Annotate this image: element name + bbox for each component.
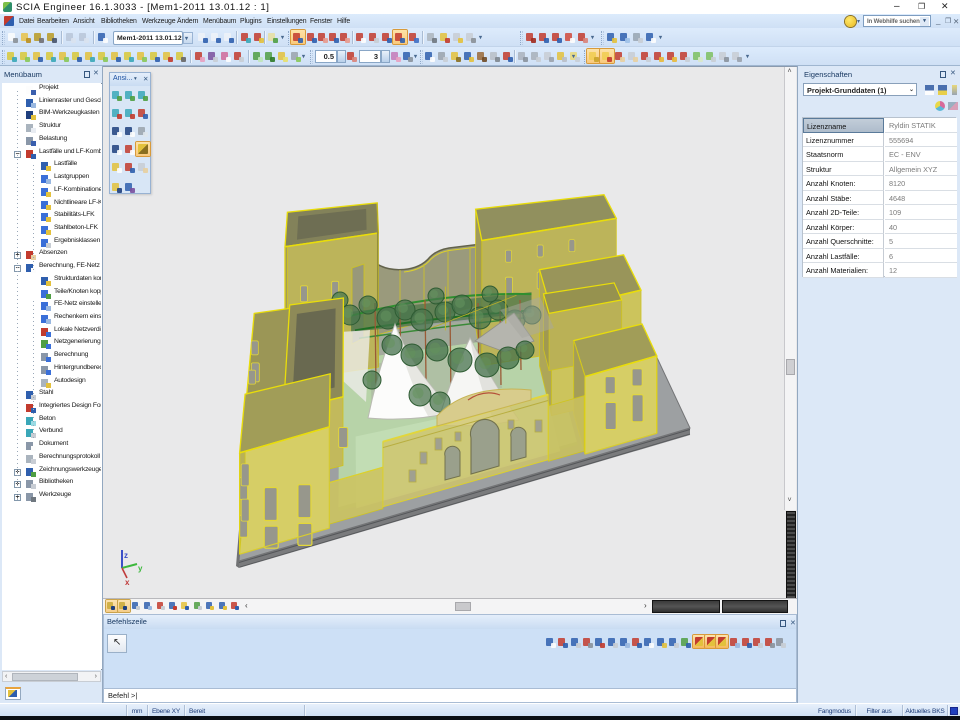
svg-text:z: z [124, 551, 128, 560]
svg-text:x: x [125, 578, 130, 587]
svg-text:y: y [138, 564, 143, 573]
